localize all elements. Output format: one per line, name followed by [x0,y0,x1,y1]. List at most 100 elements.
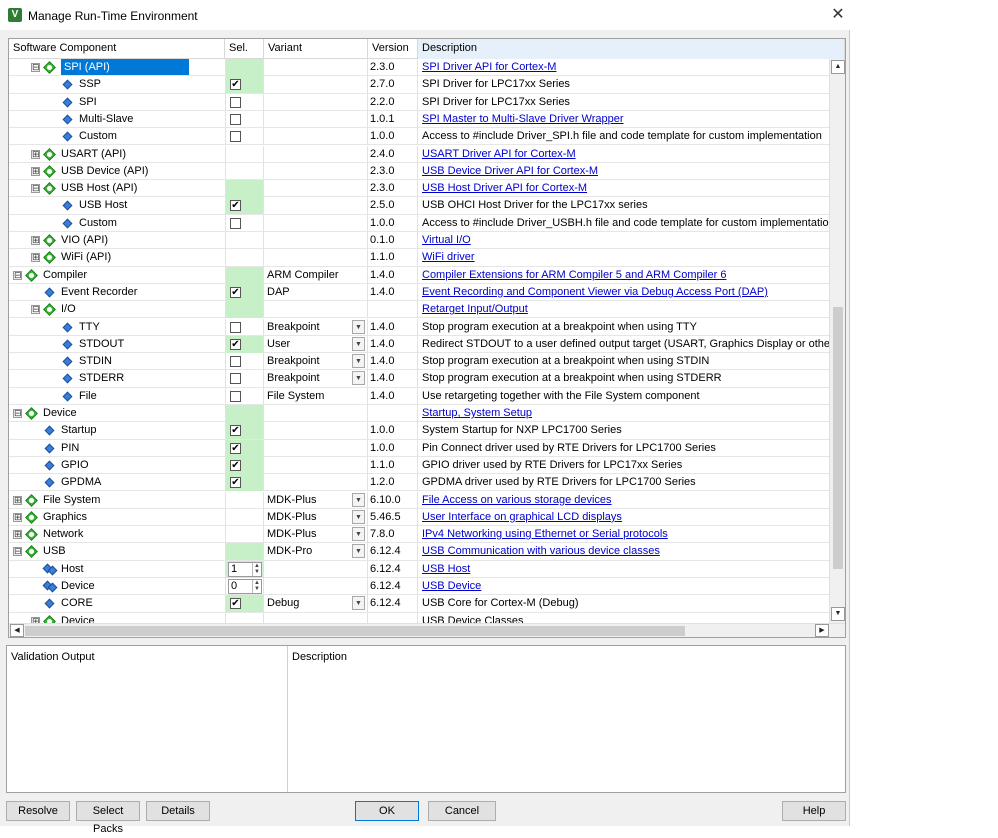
table-row[interactable]: SSP ✔ 2.7.0 SPI Driver for LPC17xx Series [9,76,829,94]
header-version[interactable]: Version [368,39,418,59]
variant-cell[interactable]: MDK-Plus ▼ [264,508,368,526]
table-row[interactable]: Multi-Slave 1.0.1 SPI Master to Multi-Slav… [9,110,829,129]
help-button[interactable]: Help [782,801,846,821]
component-name[interactable]: CORE [61,595,93,611]
component-name[interactable]: Custom [79,128,117,144]
table-row[interactable]: GPIO ✔ 1.1.0 GPIO driver used by RTE Driver… [9,456,829,475]
spin-arrows-icon[interactable]: ▲ ▼ [252,562,261,576]
variant-cell[interactable]: User ▼ [264,335,368,353]
chevron-down-icon[interactable]: ▼ [352,596,365,611]
component-name[interactable]: Compiler [43,267,87,283]
table-row[interactable]: ⊞ File System MDK-Plus ▼ 6.10.0 File Access o… [9,491,829,509]
collapse-icon[interactable]: ⊟ [13,409,22,418]
description-link[interactable]: IPv4 Networking using Ethernet or Serial… [418,526,829,543]
select-packs-button[interactable]: Select Packs [76,801,140,835]
chevron-down-icon[interactable]: ▼ [352,371,365,386]
select-checkbox[interactable]: ✔ [230,477,241,489]
select-checkbox[interactable] [230,390,241,402]
horizontal-scroll-thumb[interactable] [25,626,685,636]
vertical-scrollbar[interactable]: ▲ ▼ [829,59,845,623]
component-name[interactable]: STDOUT [79,336,124,352]
component-name[interactable]: Startup [61,422,96,438]
component-name[interactable]: PIN [61,440,79,456]
select-checkbox[interactable]: ✔ [230,286,241,298]
variant-cell[interactable]: MDK-Pro ▼ [264,543,368,561]
select-checkbox[interactable]: ✔ [230,598,241,610]
component-name[interactable]: WiFi (API) [61,249,111,265]
table-row[interactable]: Device 0 ▲ ▼ 6.12.4 USB Device [9,578,829,596]
component-name[interactable]: STDIN [79,353,112,369]
component-name[interactable]: Device [61,613,95,623]
variant-cell[interactable]: Breakpoint ▼ [264,353,368,371]
table-row[interactable]: PIN ✔ 1.0.0 Pin Connect driver used by RTE … [9,439,829,457]
chevron-down-icon[interactable]: ▼ [352,354,365,369]
expand-icon[interactable]: ⊞ [31,166,40,176]
close-icon[interactable]: ✕ [826,4,850,26]
description-link[interactable]: USART Driver API for Cortex-M [418,146,829,163]
select-checkbox[interactable]: ✔ [230,425,241,437]
collapse-icon[interactable]: ⊟ [31,305,40,315]
select-checkbox[interactable] [230,113,241,125]
collapse-icon[interactable]: ⊟ [13,547,22,557]
table-row[interactable]: ⊟ I/O Retarget Input/Output [9,301,829,319]
component-name[interactable]: USB Device (API) [61,163,148,179]
table-row[interactable]: GPDMA ✔ 1.2.0 GPDMA driver used by RTE Driv… [9,474,829,492]
chevron-down-icon[interactable]: ▼ [352,527,365,542]
description-link[interactable]: USB Communication with various device cl… [418,543,829,560]
component-name[interactable]: GPDMA [61,474,101,490]
spin-down-icon[interactable]: ▼ [253,586,261,592]
expand-icon[interactable]: ⊞ [31,253,40,263]
select-checkbox[interactable]: ✔ [230,79,241,91]
variant-cell[interactable]: MDK-Plus ▼ [264,526,368,544]
description-link[interactable]: USB Host [418,561,829,578]
instance-count-stepper[interactable]: 0 ▲ ▼ [228,579,262,594]
select-checkbox[interactable] [230,356,241,368]
table-row[interactable]: ⊞ Network MDK-Plus ▼ 7.8.0 IPv4 Networking us… [9,526,829,544]
component-name[interactable]: Host [61,561,84,577]
table-row[interactable]: STDIN Breakpoint ▼ 1.4.0 Stop program execut… [9,353,829,371]
scroll-up-icon[interactable]: ▲ [831,60,845,74]
table-row[interactable]: USB Host ✔ 2.5.0 USB OHCI Host Driver for t… [9,197,829,215]
component-name[interactable]: Multi-Slave [79,111,133,127]
spin-up-icon[interactable]: ▲ [253,563,261,569]
resolve-button[interactable]: Resolve [6,801,70,821]
component-name[interactable]: USB Host (API) [61,180,137,196]
table-row[interactable]: Startup ✔ 1.0.0 System Startup for NXP LPC1… [9,422,829,440]
header-description[interactable]: Description [418,39,845,59]
description-link[interactable]: USB Host Driver API for Cortex-M [418,180,829,197]
collapse-icon[interactable]: ⊟ [31,63,40,72]
component-name[interactable]: SPI [79,94,97,110]
description-link[interactable]: USB Device Driver API for Cortex-M [418,163,829,180]
component-name[interactable]: GPIO [61,457,89,473]
spin-down-icon[interactable]: ▼ [253,569,261,575]
table-row[interactable]: STDOUT ✔ User ▼ 1.4.0 Redirect STDOUT to a us… [9,335,829,354]
select-checkbox[interactable] [230,373,241,385]
select-checkbox[interactable] [230,131,241,143]
table-row[interactable]: CORE ✔ Debug ▼ 6.12.4 USB Core for Cortex-M (… [9,595,829,613]
component-name[interactable]: USB [43,543,66,559]
horizontal-scrollbar[interactable]: ◀ ▶ [9,623,845,637]
component-name[interactable]: SPI (API) [61,59,189,75]
component-name[interactable]: I/O [61,301,76,317]
component-name[interactable]: File System [43,492,100,508]
component-name[interactable]: USB Host [79,197,127,213]
select-checkbox[interactable] [230,321,241,333]
table-row[interactable]: STDERR Breakpoint ▼ 1.4.0 Stop program execu… [9,370,829,388]
table-row[interactable]: Event Recorder ✔ DAP 1.4.0 Event Recording a… [9,283,829,302]
description-link[interactable]: Retarget Input/Output [418,301,829,318]
table-row[interactable]: ⊞ VIO (API) 0.1.0 Virtual I/O [9,232,829,250]
select-checkbox[interactable]: ✔ [230,200,241,212]
table-row[interactable]: File File System 1.4.0 Use retargeting toge… [9,387,829,405]
component-name[interactable]: Device [61,578,95,594]
description-link[interactable]: SPI Master to Multi-Slave Driver Wrapper [418,111,829,128]
table-row[interactable]: ⊞ USART (API) 2.4.0 USART Driver API for Co… [9,145,829,163]
description-link[interactable]: USB Device [418,578,829,595]
component-name[interactable]: TTY [79,319,100,335]
spin-arrows-icon[interactable]: ▲ ▼ [252,580,261,593]
table-row[interactable]: Custom 1.0.0 Access to #include Driver_USB… [9,214,829,232]
header-sel[interactable]: Sel. [225,39,264,59]
variant-cell[interactable]: MDK-Plus ▼ [264,491,368,509]
component-name[interactable]: VIO (API) [61,232,108,248]
vertical-scroll-thumb[interactable] [833,307,843,569]
ok-button[interactable]: OK [355,801,419,821]
